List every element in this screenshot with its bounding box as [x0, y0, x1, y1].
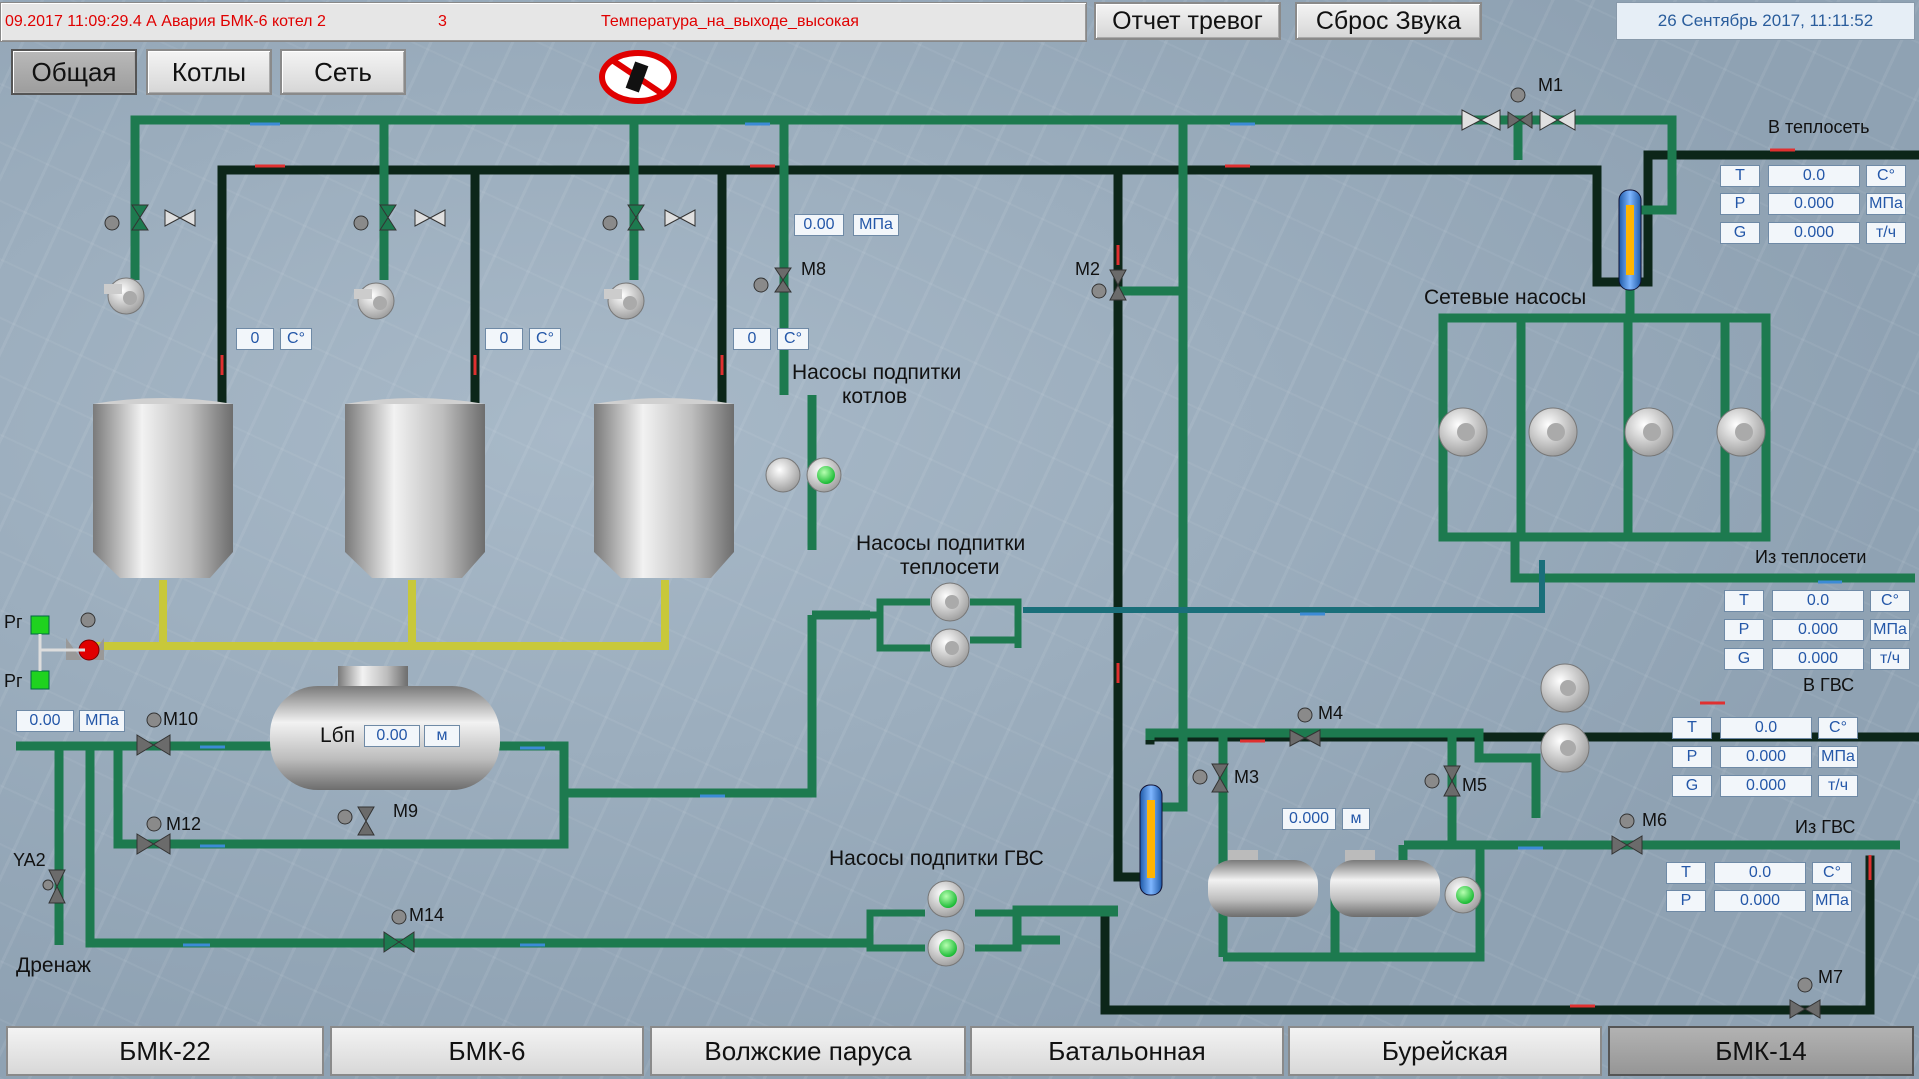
boiler-3-temp-unit: C° — [777, 328, 809, 350]
boiler-feed-pumps-icons — [765, 457, 842, 493]
station-tab-bureyskaya[interactable]: Бурейская — [1288, 1026, 1602, 1076]
value-t: 0.0 — [1714, 862, 1806, 884]
param-p: P — [1724, 619, 1764, 641]
tank-level-label: Lбп — [320, 724, 356, 747]
unit-p: МПа — [1870, 619, 1910, 641]
value-p: 0.000 — [1768, 193, 1860, 215]
param-p: P — [1666, 890, 1706, 912]
station-tab-bmk6[interactable]: БМК-6 — [330, 1026, 644, 1076]
heat-exchanger-network — [1618, 189, 1642, 291]
value-g: 0.000 — [1720, 775, 1812, 797]
unit-p: МПа — [1866, 193, 1906, 215]
unit-t: C° — [1818, 717, 1858, 739]
boiler-2-temp: 0 — [485, 328, 523, 350]
tank-level-unit: м — [424, 725, 460, 747]
param-t: T — [1724, 590, 1764, 612]
value-p: 0.000 — [1720, 746, 1812, 768]
gvs-tank-level-value: 0.000 — [1282, 808, 1336, 830]
from-network-label: Из теплосети — [1755, 547, 1867, 567]
boiler-feed-pumps-label-2: котлов — [842, 385, 908, 408]
value-g: 0.000 — [1772, 648, 1864, 670]
inlet-pressure-unit: МПа — [79, 710, 125, 732]
gvs-tank-level-unit: м — [1342, 808, 1370, 830]
value-t: 0.0 — [1720, 717, 1812, 739]
no-smoking-icon — [599, 50, 677, 104]
from-gvs-label: Из ГВС — [1795, 817, 1856, 837]
param-p: P — [1720, 193, 1760, 215]
rg-top-indicator-icon — [30, 615, 50, 635]
network-pumps-label: Сетевые насосы — [1424, 286, 1587, 309]
value-t: 0.0 — [1772, 590, 1864, 612]
inlet-pressure-value: 0.00 — [16, 710, 74, 732]
rg-top-label: Рг — [4, 612, 23, 632]
boiler-2 — [345, 398, 485, 578]
param-t: T — [1666, 862, 1706, 884]
valve-m5-label[interactable]: M5 — [1462, 776, 1487, 794]
boiler-2-temp-unit: C° — [529, 328, 561, 350]
network-pumps-icons — [1438, 407, 1766, 457]
boiler-1-temp-unit: C° — [280, 328, 312, 350]
boiler-pump-2-icon — [354, 282, 395, 320]
valve-m14-label[interactable]: M14 — [409, 906, 444, 924]
rg-bottom-label: Рг — [4, 671, 23, 691]
unit-t: C° — [1866, 165, 1906, 187]
valve-m6-label[interactable]: M6 — [1642, 811, 1667, 829]
boiler-1-temp: 0 — [236, 328, 274, 350]
valve-m10-label[interactable]: M10 — [163, 710, 198, 728]
boiler-3-temp: 0 — [733, 328, 771, 350]
network-feed-pumps-label-1: Насосы подпитки — [856, 532, 1026, 555]
network-feed-pumps-label-2: теплосети — [900, 556, 1000, 579]
network-feed-pumps-icons — [870, 582, 1022, 668]
value-p: 0.000 — [1772, 619, 1864, 641]
param-t: T — [1720, 165, 1760, 187]
heat-exchanger-gvs — [1139, 784, 1163, 896]
station-tab-volzhskie-parusa[interactable]: Волжские паруса — [650, 1026, 966, 1076]
valve-m8-label[interactable]: M8 — [801, 260, 826, 278]
unit-p: МПа — [1818, 746, 1858, 768]
boiler-3 — [594, 398, 734, 578]
station-tabs: БМК-22 БМК-6 Волжские паруса Батальонная… — [0, 1026, 1919, 1079]
to-gvs-label: В ГВС — [1803, 675, 1855, 695]
boiler-feed-pumps-label-1: Насосы подпитки — [792, 361, 962, 384]
valve-m12-label[interactable]: M12 — [166, 815, 201, 833]
valve-m3-label[interactable]: M3 — [1234, 768, 1259, 786]
boiler-feed-pressure-unit: МПа — [853, 214, 899, 236]
boiler-pump-3-icon — [604, 282, 645, 320]
to-network-label: В теплосеть — [1768, 117, 1870, 137]
gvs-feed-pumps-label: Насосы подпитки ГВС — [829, 847, 1044, 870]
param-g: G — [1720, 222, 1760, 244]
valve-m7-label[interactable]: M7 — [1818, 968, 1843, 986]
boiler-pump-1-icon — [104, 277, 145, 315]
valve-m4-label[interactable]: M4 — [1318, 704, 1343, 722]
value-p: 0.000 — [1714, 890, 1806, 912]
value-t: 0.0 — [1768, 165, 1860, 187]
unit-g: т/ч — [1866, 222, 1906, 244]
station-tab-batalonnaya[interactable]: Батальонная — [970, 1026, 1284, 1076]
boiler-feed-pressure: 0.00 — [794, 214, 844, 236]
boiler-1 — [93, 398, 233, 578]
drain-label: Дренаж — [16, 954, 91, 977]
rg-bottom-indicator-icon — [30, 670, 50, 690]
station-tab-bmk22[interactable]: БМК-22 — [6, 1026, 324, 1076]
param-g: G — [1672, 775, 1712, 797]
unit-t: C° — [1870, 590, 1910, 612]
param-p: P — [1672, 746, 1712, 768]
gvs-feed-pumps-icons — [866, 880, 1118, 967]
station-tab-bmk14[interactable]: БМК-14 — [1608, 1026, 1914, 1076]
unit-p: МПа — [1812, 890, 1852, 912]
unit-t: C° — [1812, 862, 1852, 884]
param-g: G — [1724, 648, 1764, 670]
value-g: 0.000 — [1768, 222, 1860, 244]
valve-m1-label[interactable]: M1 — [1538, 76, 1563, 94]
unit-g: т/ч — [1870, 648, 1910, 670]
valve-m2-label[interactable]: M2 — [1075, 260, 1100, 278]
valve-m9-label[interactable]: M9 — [393, 802, 418, 820]
ya2-label: YA2 — [13, 850, 46, 870]
gvs-tanks — [1208, 850, 1440, 917]
tank-level-value: 0.00 — [364, 725, 420, 747]
unit-g: т/ч — [1818, 775, 1858, 797]
param-t: T — [1672, 717, 1712, 739]
